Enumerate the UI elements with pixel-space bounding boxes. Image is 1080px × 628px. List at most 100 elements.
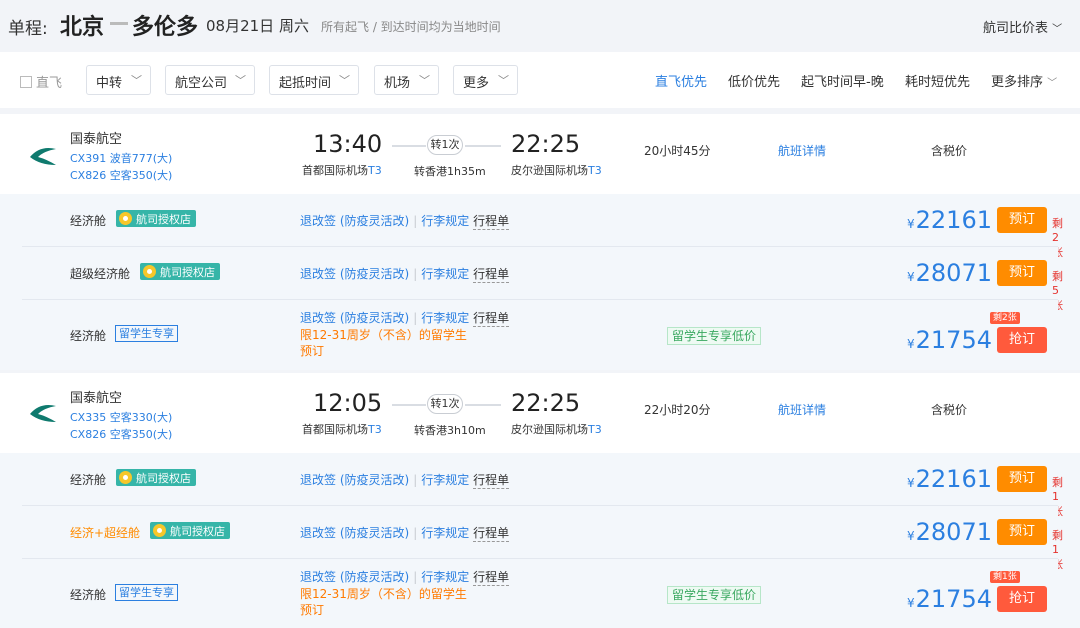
- arrival-time: 22:25: [511, 130, 581, 158]
- sort-more[interactable]: 更多排序 ﹀: [991, 71, 1057, 90]
- book-button[interactable]: 预订: [997, 519, 1047, 545]
- airline-compare-label: 航司比价表: [983, 21, 1049, 36]
- sort-lowest-price[interactable]: 低价优先: [728, 71, 780, 90]
- book-button[interactable]: 预订: [997, 260, 1047, 286]
- fare-option[interactable]: 经济舱 航司授权店 退改签 (防疫灵活改) | 行李规定 行程单 ¥22161 预订…: [22, 194, 1063, 259]
- fare-price: ¥21754: [907, 326, 992, 354]
- transfer-badge[interactable]: 转1次: [427, 394, 463, 414]
- terminal: T3: [368, 164, 382, 177]
- flight-segment[interactable]: CX335 空客330(大): [70, 409, 172, 425]
- tax-included-label: 含税价: [931, 144, 968, 158]
- fare-option[interactable]: 经济舱 航司授权店 退改签 (防疫灵活改) | 行李规定 行程单 ¥22161 预订…: [22, 453, 1063, 518]
- transfer-badge[interactable]: 转1次: [427, 135, 463, 155]
- chevron-down-icon: ﹀: [498, 74, 509, 87]
- arrival-airport: 皮尔逊国际机场T3: [511, 162, 602, 178]
- airport-dropdown[interactable]: 机场 ﹀: [374, 65, 439, 95]
- route-arrow-icon: [110, 22, 128, 25]
- currency-symbol: ¥: [907, 529, 915, 543]
- time-range-dropdown[interactable]: 起抵时间 ﹀: [269, 65, 359, 95]
- transfer-info: 转香港1h35m: [414, 165, 486, 178]
- book-button[interactable]: 预订: [997, 466, 1047, 492]
- dropdown-label: 更多: [463, 76, 490, 91]
- seats-left-badge: 剩1张: [990, 571, 1020, 583]
- departure-time: 13:40: [313, 130, 383, 158]
- badge-label: 航司授权店: [136, 213, 191, 226]
- chevron-down-icon: ﹀: [419, 74, 430, 87]
- currency-symbol: ¥: [907, 270, 915, 284]
- itinerary-link[interactable]: 行程单: [473, 214, 510, 230]
- itinerary-link[interactable]: 行程单: [473, 311, 510, 327]
- cabin-class: 经济舱: [70, 214, 107, 228]
- direct-only-label: 直飞: [36, 76, 63, 91]
- flight-card[interactable]: 国泰航空 CX335 空客330(大) CX826 空客350(大) 12:05…: [0, 373, 1080, 453]
- fare-option[interactable]: 经济舱 留学生专享 退改签 (防疫灵活改) | 行李规定 行程单 限12-31周岁（…: [22, 300, 1058, 370]
- currency-symbol: ¥: [907, 596, 915, 610]
- transfer-dropdown[interactable]: 中转 ﹀: [86, 65, 151, 95]
- checkbox-icon: [20, 76, 32, 88]
- baggage-rules-link[interactable]: 行李规定: [421, 311, 469, 325]
- fare-rules: 退改签 (防疫灵活改) | 行李规定 行程单: [300, 309, 510, 327]
- destination-city: 多伦多: [132, 15, 199, 40]
- flight-segment[interactable]: CX826 空客350(大): [70, 426, 172, 442]
- authorized-store-badge: 航司授权店: [140, 263, 220, 280]
- flight-duration: 20小时45分: [644, 144, 711, 158]
- airport-name: 皮尔逊国际机场: [511, 164, 588, 177]
- fare-rules: 退改签 (防疫灵活改) | 行李规定 行程单: [300, 212, 510, 230]
- itinerary-link[interactable]: 行程单: [473, 570, 510, 586]
- refund-change-link[interactable]: 退改签 (防疫灵活改): [300, 311, 409, 325]
- baggage-rules-link[interactable]: 行李规定: [421, 526, 469, 540]
- cabin-class: 经济舱: [70, 473, 107, 487]
- airport-name: 首都国际机场: [302, 164, 368, 177]
- more-filters-dropdown[interactable]: 更多 ﹀: [453, 65, 518, 95]
- cathay-logo-icon: [30, 405, 56, 422]
- flower-icon: [119, 471, 132, 484]
- divider: |: [413, 267, 418, 281]
- itinerary-link[interactable]: 行程单: [473, 267, 510, 283]
- flight-card[interactable]: 国泰航空 CX391 波音777(大) CX826 空客350(大) 13:40…: [0, 114, 1080, 194]
- divider: |: [413, 570, 418, 584]
- flight-details-link[interactable]: 航班详情: [778, 142, 826, 159]
- airline-name: 国泰航空: [70, 391, 123, 406]
- sort-direct-first[interactable]: 直飞优先: [655, 71, 707, 90]
- refund-change-link[interactable]: 退改签 (防疫灵活改): [300, 570, 409, 584]
- student-restriction-cont: 预订: [300, 603, 325, 617]
- direct-only-checkbox[interactable]: 直飞: [20, 72, 62, 91]
- flight-segment[interactable]: CX391 波音777(大): [70, 150, 172, 166]
- baggage-rules-link[interactable]: 行李规定: [421, 570, 469, 584]
- itinerary-link[interactable]: 行程单: [473, 526, 510, 542]
- chevron-down-icon: ﹀: [235, 74, 246, 87]
- refund-change-link[interactable]: 退改签 (防疫灵活改): [300, 526, 409, 540]
- currency-symbol: ¥: [907, 217, 915, 231]
- refund-change-link[interactable]: 退改签 (防疫灵活改): [300, 214, 409, 228]
- fare-rules: 退改签 (防疫灵活改) | 行李规定 行程单: [300, 524, 510, 542]
- sort-departure-time[interactable]: 起飞时间早-晚: [801, 71, 884, 90]
- refund-change-link[interactable]: 退改签 (防疫灵活改): [300, 267, 409, 281]
- grab-button[interactable]: 抢订: [997, 586, 1047, 612]
- student-low-price-tag: 留学生专享低价: [667, 586, 762, 604]
- cabin-class: 经济舱: [70, 329, 107, 343]
- itinerary-link[interactable]: 行程单: [473, 473, 510, 489]
- flower-icon: [119, 212, 132, 225]
- baggage-rules-link[interactable]: 行李规定: [421, 267, 469, 281]
- route-line: [465, 404, 501, 406]
- book-button[interactable]: 预订: [997, 207, 1047, 233]
- flight-segment[interactable]: CX826 空客350(大): [70, 167, 172, 183]
- airline-compare-link[interactable]: 航司比价表 ﹀: [983, 17, 1062, 36]
- fare-option[interactable]: 经济舱 留学生专享 退改签 (防疫灵活改) | 行李规定 行程单 限12-31周岁（…: [22, 559, 1058, 628]
- fare-rules: 退改签 (防疫灵活改) | 行李规定 行程单: [300, 265, 510, 283]
- fare-price: ¥28071: [907, 518, 992, 546]
- sort-more-label: 更多排序: [991, 75, 1044, 90]
- baggage-rules-link[interactable]: 行李规定: [421, 214, 469, 228]
- refund-change-link[interactable]: 退改签 (防疫灵活改): [300, 473, 409, 487]
- badge-label: 航司授权店: [170, 525, 225, 538]
- baggage-rules-link[interactable]: 行李规定: [421, 473, 469, 487]
- seats-left-badge: 剩2张: [990, 312, 1020, 324]
- terminal: T3: [588, 423, 602, 436]
- airline-dropdown[interactable]: 航空公司 ﹀: [165, 65, 255, 95]
- fare-option[interactable]: 经济+超经舱 航司授权店 退改签 (防疫灵活改) | 行李规定 行程单 ¥28071…: [22, 506, 1063, 571]
- grab-button[interactable]: 抢订: [997, 327, 1047, 353]
- divider: |: [413, 526, 418, 540]
- flight-details-link[interactable]: 航班详情: [778, 401, 826, 418]
- sort-shortest-duration[interactable]: 耗时短优先: [905, 71, 970, 90]
- fare-option[interactable]: 超级经济舱 航司授权店 退改签 (防疫灵活改) | 行李规定 行程单 ¥28071 …: [22, 247, 1063, 312]
